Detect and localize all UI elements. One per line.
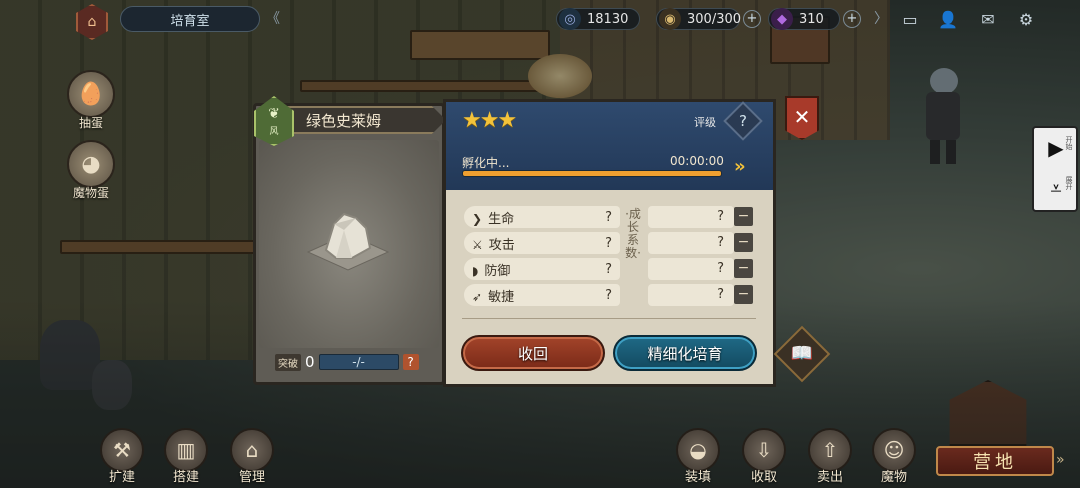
- stat-name: 敏捷: [488, 289, 515, 305]
- collapse-label: 展开: [1065, 176, 1073, 190]
- location-label: 培育室: [120, 6, 260, 32]
- shield-icon: ◗: [472, 263, 479, 278]
- growth-value-agility: ?: [648, 284, 734, 306]
- leaf-icon: ❦: [268, 105, 280, 122]
- minus-button-attack[interactable]: −: [734, 233, 753, 252]
- skip-hatch-button[interactable]: »: [734, 156, 746, 177]
- stat-value: ?: [605, 235, 612, 251]
- recall-button[interactable]: 收回: [461, 335, 605, 371]
- breakthrough-value: 0: [305, 353, 315, 371]
- chat-icon[interactable]: ▭: [896, 7, 924, 31]
- resource-crystal-value: 18130: [587, 11, 629, 27]
- book-search-icon: 📖: [790, 343, 814, 364]
- stat-row-defense: ◗ 防御 ?: [464, 258, 620, 280]
- double-chevron-left-icon: 《: [266, 11, 280, 27]
- stat-name: 生命: [488, 211, 515, 227]
- sword-icon: ⚔: [472, 237, 483, 252]
- heart-chevron-icon: ❯: [472, 211, 483, 226]
- resource-gem: ◆ 310 +: [768, 8, 861, 30]
- stat-value: ?: [605, 209, 612, 225]
- add-gem-button[interactable]: +: [843, 10, 861, 28]
- sell-button[interactable]: ⇧ 卖出: [800, 428, 860, 485]
- coin-stack-icon: ◉: [659, 8, 681, 30]
- resource-gem-value: 310: [799, 11, 824, 27]
- play-button[interactable]: ▶ 开始: [1036, 130, 1076, 166]
- rating-stars: ★★★: [462, 108, 517, 133]
- build-label: 搭建: [172, 470, 199, 485]
- egg-draw-button[interactable]: 🥚 抽蛋: [60, 70, 122, 131]
- stat-value: ?: [605, 261, 612, 277]
- collect-label: 收取: [750, 470, 777, 485]
- recall-label: 收回: [517, 344, 548, 363]
- minus-button-hp[interactable]: −: [734, 207, 753, 226]
- expand-button[interactable]: ⚒ 扩建: [92, 428, 152, 485]
- build-button[interactable]: ▥ 搭建: [156, 428, 216, 485]
- minus-button-agility[interactable]: −: [734, 285, 753, 304]
- wing-icon: ➶: [472, 289, 483, 304]
- breakthrough-range: -/-: [318, 354, 399, 370]
- stat-row-agility: ➶ 敏捷 ?: [464, 284, 620, 306]
- sell-label: 卖出: [816, 470, 843, 485]
- egg-name: 绿色史莱姆: [306, 111, 382, 130]
- egg-draw-icon: 🥚: [67, 70, 115, 118]
- rating-label: 评级: [694, 116, 716, 129]
- collapse-button[interactable]: ⩡ 展开: [1036, 170, 1076, 206]
- settings-gear-icon[interactable]: ⚙: [1012, 7, 1040, 31]
- growth-coefficient-label: ·成长系数·: [625, 207, 641, 260]
- hatch-status-label: 孵化中...: [462, 156, 510, 170]
- resource-stamina-value: 300/300: [687, 11, 742, 27]
- monster-egg-label: 魔物蛋: [72, 186, 109, 200]
- camp-button[interactable]: 营地: [936, 446, 1054, 476]
- swirl-icon: ◎: [559, 8, 581, 30]
- manage-label: 管理: [238, 470, 265, 485]
- manage-button[interactable]: ⌂ 管理: [222, 428, 282, 485]
- monster-egg-button[interactable]: ◕ 魔物蛋: [60, 140, 122, 201]
- monster-label: 魔物: [880, 470, 907, 485]
- monster-button[interactable]: ☺ 魔物: [864, 428, 924, 485]
- camp-label: 营地: [973, 452, 1017, 473]
- load-button[interactable]: ◒ 装填: [668, 428, 728, 485]
- egg-model: [306, 212, 390, 271]
- stat-row-attack: ⚔ 攻击 ?: [464, 232, 620, 254]
- stat-value: ?: [605, 287, 612, 303]
- profile-icon[interactable]: 👤: [934, 7, 962, 31]
- hatch-progress-bar: [462, 170, 722, 177]
- mail-icon[interactable]: ✉: [974, 7, 1002, 31]
- collect-button[interactable]: ⇩ 收取: [734, 428, 794, 485]
- panel-divider: [462, 318, 756, 319]
- egg-name-bar: 绿色史莱姆: [270, 106, 446, 134]
- refine-breed-button[interactable]: 精细化培育: [613, 335, 757, 371]
- expand-label: 扩建: [108, 470, 135, 485]
- stat-row-hp: ❯ 生命 ?: [464, 206, 620, 228]
- minus-button-defense[interactable]: −: [734, 259, 753, 278]
- chevron-right-icon: 〉: [874, 11, 888, 27]
- add-stamina-button[interactable]: +: [743, 10, 761, 28]
- breakthrough-help-button[interactable]: ?: [402, 354, 419, 370]
- stat-name: 攻击: [488, 237, 515, 253]
- play-label: 开始: [1065, 136, 1073, 150]
- stat-name: 防御: [484, 263, 511, 279]
- growth-value-defense: ?: [648, 258, 734, 280]
- purple-gem-icon: ◆: [771, 8, 793, 30]
- refine-breed-label: 精细化培育: [647, 344, 723, 363]
- load-label: 装填: [684, 470, 711, 485]
- monster-egg-icon: ◕: [67, 140, 115, 188]
- double-chevron-right-icon: »: [1056, 452, 1065, 468]
- resource-stamina: ◉ 300/300 +: [656, 8, 761, 30]
- growth-value-attack: ?: [648, 232, 734, 254]
- element-tag: 风: [269, 126, 279, 137]
- breakthrough-bar: 突破 0 -/- ?: [275, 352, 423, 372]
- egg-draw-label: 抽蛋: [78, 116, 103, 130]
- growth-value-hp: ?: [648, 206, 734, 228]
- hatch-timer: 00:00:00: [670, 154, 724, 168]
- resource-crystal: ◎ 18130: [556, 8, 640, 30]
- breakthrough-label: 突破: [275, 353, 301, 371]
- rating-value[interactable]: ?: [729, 107, 757, 135]
